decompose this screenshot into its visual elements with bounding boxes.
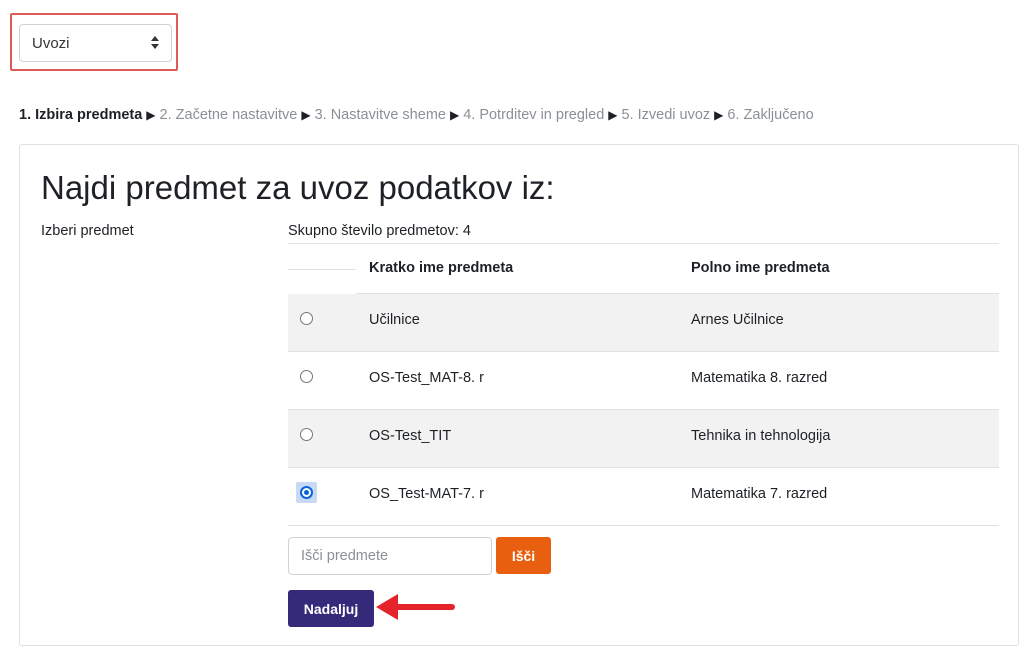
course-full-name: Matematika 8. razred xyxy=(691,370,828,386)
column-header-full-name: Polno ime predmeta xyxy=(691,260,830,276)
course-short-name: OS-Test_TIT xyxy=(369,428,452,444)
course-search-input[interactable] xyxy=(288,537,492,575)
select-caret-icon xyxy=(151,36,159,50)
annotation-arrow-icon xyxy=(376,594,455,620)
table-row[interactable]: OS-Test_TIT Tehnika in tehnologija xyxy=(288,410,999,468)
table-header: Kratko ime predmeta Polno ime predmeta xyxy=(288,244,999,295)
course-full-name: Arnes Učilnice xyxy=(691,312,784,328)
step-3: 3. Nastavitve sheme xyxy=(314,107,446,123)
select-course-label: Izberi predmet xyxy=(41,223,134,239)
step-separator-icon: ▶ xyxy=(714,108,724,122)
step-separator-icon: ▶ xyxy=(301,108,311,122)
search-button[interactable]: Išči xyxy=(496,537,551,574)
course-full-name: Tehnika in tehnologija xyxy=(691,428,831,444)
step-separator-icon: ▶ xyxy=(449,108,460,122)
step-separator-icon: ▶ xyxy=(146,108,156,122)
course-radio[interactable] xyxy=(300,428,313,441)
course-radio[interactable] xyxy=(300,312,313,325)
action-select[interactable]: Uvozi xyxy=(19,24,172,62)
course-short-name: OS_Test-MAT-7. r xyxy=(369,486,484,502)
course-short-name: OS-Test_MAT-8. r xyxy=(369,370,484,386)
column-header-short-name: Kratko ime predmeta xyxy=(369,260,514,276)
import-steps-breadcrumb: 1. Izbira predmeta ▶ 2. Začetne nastavitve… xyxy=(19,107,814,123)
step-separator-icon: ▶ xyxy=(608,108,618,122)
table-row[interactable]: Učilnice Arnes Učilnice xyxy=(288,294,999,352)
table-row[interactable]: OS-Test_MAT-8. r Matematika 8. razred xyxy=(288,352,999,410)
step-5: 5. Izvedi uvoz xyxy=(621,107,711,123)
page-title: Najdi predmet za uvoz podatkov iz: xyxy=(41,169,555,206)
table-row[interactable]: OS_Test-MAT-7. r Matematika 7. razred xyxy=(288,468,999,526)
course-full-name: Matematika 7. razred xyxy=(691,486,828,502)
action-select-value: Uvozi xyxy=(32,34,70,52)
course-radio[interactable] xyxy=(300,370,313,383)
course-radio-selected[interactable] xyxy=(300,486,313,499)
course-table: Kratko ime predmeta Polno ime predmeta U… xyxy=(288,243,999,526)
total-courses-count: Skupno število predmetov: 4 xyxy=(288,223,471,239)
course-search-panel: Najdi predmet za uvoz podatkov iz: Izber… xyxy=(19,144,1019,646)
step-6: 6. Zaključeno xyxy=(727,107,814,123)
course-short-name: Učilnice xyxy=(369,312,420,328)
continue-button[interactable]: Nadaljuj xyxy=(288,590,374,627)
step-2: 2. Začetne nastavitve xyxy=(159,107,298,123)
step-1: 1. Izbira predmeta xyxy=(19,107,143,123)
step-4: 4. Potrditev in pregled xyxy=(463,107,605,123)
